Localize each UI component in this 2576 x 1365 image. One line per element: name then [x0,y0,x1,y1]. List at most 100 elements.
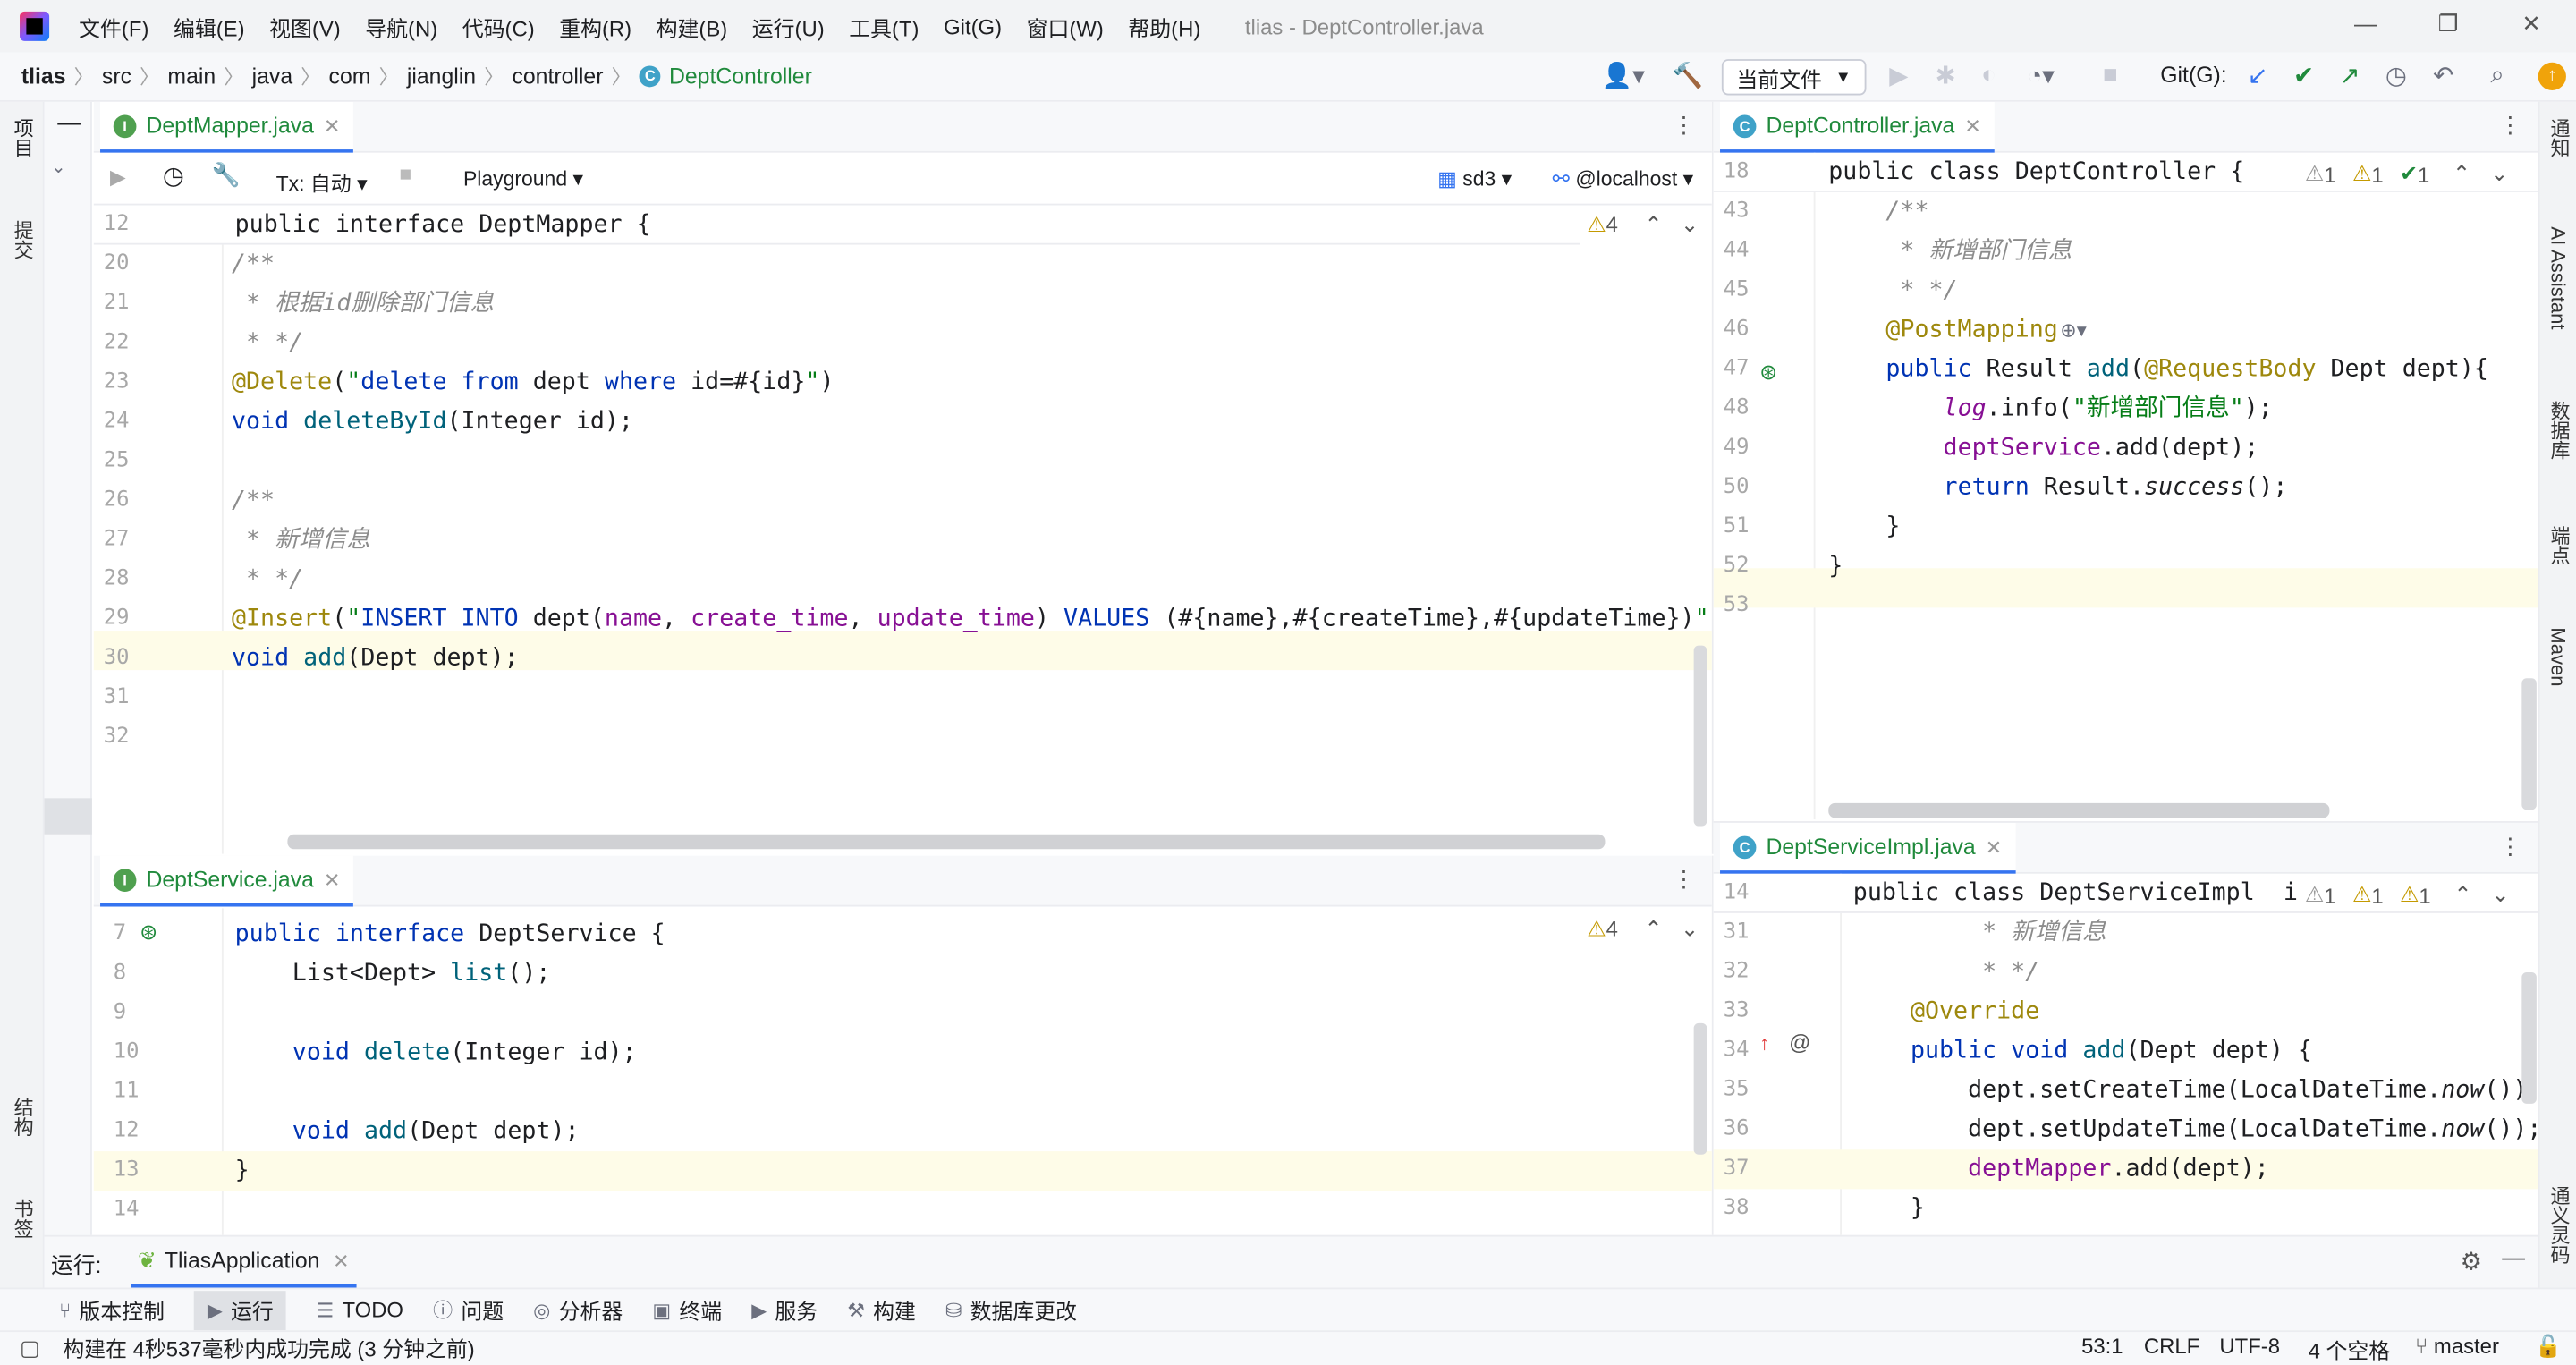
tool-window-button[interactable]: ⛁ 数据库更改 [945,1294,1077,1326]
code-line[interactable]: dept.setCreateTime(LocalDateTime.now()); [1853,1071,2538,1110]
execute-icon[interactable]: ▶ [110,165,126,189]
override-icon[interactable]: ↑ [1759,1031,1769,1055]
code-line[interactable]: deptMapper.add(dept); [1853,1149,2269,1189]
bookmarks-tool-tab[interactable]: 书签 [10,1199,38,1238]
more-icon[interactable]: ⋮ [2499,112,2522,140]
menu-item[interactable]: 帮助(H) [1128,11,1200,42]
close-tab-icon[interactable]: ✕ [324,868,340,891]
tool-window-button[interactable]: ⚒ 构建 [847,1294,916,1326]
menu-item[interactable]: 视图(V) [269,11,341,42]
stop-icon[interactable]: ■ [2103,61,2118,89]
tool-window-button[interactable]: ⓘ 问题 [433,1294,504,1326]
prev-highlight-icon[interactable]: ⌃ [1645,917,1663,943]
tab-deptcontroller[interactable]: C DeptController.java ✕ [1720,101,1995,153]
menu-item[interactable]: Git(G) [944,14,1002,39]
menu-item[interactable]: 窗口(W) [1027,11,1104,42]
tool-window-button[interactable]: ⑂ 版本控制 [59,1294,165,1326]
user-icon[interactable]: 👤▾ [1602,61,1645,90]
breadcrumb-item[interactable]: controller [512,64,603,89]
project-tool-tab[interactable]: 项目 [10,118,38,157]
next-highlight-icon[interactable]: ⌄ [2491,882,2509,908]
menu-item[interactable]: 重构(R) [559,11,631,42]
line-separator[interactable]: CRLF [2144,1334,2199,1359]
horizontal-scrollbar[interactable] [287,834,1606,850]
code-line[interactable]: public interface DeptService { [235,915,665,954]
datasource-dropdown[interactable]: ⚯ @localhost ▾ [1553,165,1693,191]
playground-dropdown[interactable]: Playground ▾ [463,165,583,191]
horizontal-scrollbar[interactable] [1828,802,2330,818]
code-line[interactable]: @PostMapping [1828,310,2057,350]
more-icon[interactable]: ⋮ [1673,866,1696,894]
route-globe-icon[interactable]: ⊕▾ [2060,318,2087,342]
code-area[interactable]: 12 public interface DeptMapper { 20 /** 21… [93,205,1712,854]
schema-dropdown[interactable]: ▦ sd3 ▾ [1437,165,1512,191]
breadcrumb-item[interactable]: main [167,64,216,89]
more-icon[interactable]: ⋮ [2499,833,2522,861]
warning-count[interactable]: ⚠4 [1587,212,1618,238]
git-branch[interactable]: ⑂ master [2415,1334,2499,1359]
collapse-icon[interactable]: — [57,108,80,134]
search-icon[interactable]: ⌕ [2490,61,2504,89]
code-line[interactable]: log.info("新增部门信息"); [1828,389,2273,428]
menu-item[interactable]: 文件(F) [79,11,148,42]
build-hammer-icon[interactable]: 🔨 [1673,61,1703,90]
code-line[interactable]: } [1853,1189,1925,1228]
vertical-scrollbar[interactable] [1693,645,1707,827]
tab-deptservice[interactable]: I DeptService.java ✕ [100,855,354,907]
code-line[interactable]: return Result.success(); [1828,468,2288,507]
run-tab[interactable]: ❦ TliasApplication ✕ [131,1238,356,1287]
tool-window-button[interactable]: ▣ 终端 [652,1294,722,1326]
breadcrumb-item[interactable]: DeptController [669,64,812,89]
ide-update-icon[interactable]: ↑ [2538,62,2566,90]
code-line[interactable]: public void add(Dept dept) { [1853,1031,2312,1071]
git-update-icon[interactable]: ↙ [2248,61,2268,90]
menu-item[interactable]: 代码(C) [462,11,535,42]
git-push-icon[interactable]: ↗ [2339,61,2360,90]
code-line[interactable]: * 新增信息 [1853,913,2106,953]
settings-gear-icon[interactable]: ⚙ [2461,1247,2483,1276]
endpoints-tool-tab[interactable]: 端点 [2546,526,2574,565]
ai-assistant-tool-tab[interactable]: AI Assistant [2546,226,2570,329]
code-line[interactable]: @Delete("delete from dept where id=#{id}… [232,363,835,403]
rollback-icon[interactable]: ↶ [2433,61,2453,90]
profile-icon[interactable]: ◔▾ [2027,61,2054,90]
menu-item[interactable]: 工具(T) [849,11,919,42]
code-area[interactable]: 14 public class DeptServiceImpl i 31 * 新… [1713,873,2538,1235]
breadcrumb-item[interactable]: jianglin [407,64,476,89]
coverage-icon[interactable]: ◐ [1981,61,1996,89]
code-line[interactable]: /** [232,481,275,521]
close-tab-icon[interactable]: ✕ [1964,114,1980,138]
vertical-scrollbar[interactable] [2521,971,2537,1104]
code-line[interactable]: } [1828,507,1900,547]
code-line[interactable]: * */ [1828,271,1957,310]
lock-icon[interactable]: 🔓 [2535,1334,2562,1360]
debug-icon[interactable]: ✱ [1936,61,1956,90]
caret-position[interactable]: 53:1 [2081,1334,2123,1359]
run-config-dropdown[interactable]: 当前文件 ▼ [1721,59,1867,96]
code-line[interactable]: /** [232,245,275,284]
run-icon[interactable]: ▶ [1889,61,1908,90]
annotation-at-icon[interactable]: @ [1789,1030,1810,1055]
file-encoding[interactable]: UTF-8 [2219,1334,2280,1359]
more-icon[interactable]: ⋮ [1673,112,1696,140]
vertical-scrollbar[interactable] [2521,678,2537,810]
endpoint-icon[interactable]: ⊛ [1759,360,1777,386]
menu-item[interactable]: 构建(B) [657,11,728,42]
next-highlight-icon[interactable]: ⌄ [2490,161,2508,187]
notifications-tool-tab[interactable]: 通知 [2546,118,2574,157]
database-tool-tab[interactable]: 数据库 [2546,401,2574,460]
code-line[interactable]: * */ [232,324,303,363]
next-highlight-icon[interactable]: ⌄ [1681,212,1699,238]
copilot-tool-tab[interactable]: 通义灵码 [2546,1186,2574,1265]
code-line[interactable]: * */ [232,560,303,599]
code-line[interactable]: * */ [1853,953,2039,992]
code-line[interactable]: @Insert("INSERT INTO dept(name, create_t… [232,599,1712,639]
menu-item[interactable]: 运行(U) [752,11,825,42]
structure-tool-tab[interactable]: 结构 [10,1098,38,1137]
inspection-widget[interactable]: ⚠ 1 ⚠ 1 ⚠ 1 ⌃ ⌄ [2304,881,2510,909]
next-highlight-icon[interactable]: ⌄ [1681,917,1699,943]
vertical-scrollbar[interactable] [1693,1022,1707,1155]
tool-window-button[interactable]: ☰ TODO [317,1298,404,1323]
inspection-widget[interactable]: ⚠ 1 ⚠ 1 ✔ 1 ⌃ ⌄ [2305,161,2508,187]
layout-toggle-icon[interactable]: ▢ [20,1335,40,1361]
